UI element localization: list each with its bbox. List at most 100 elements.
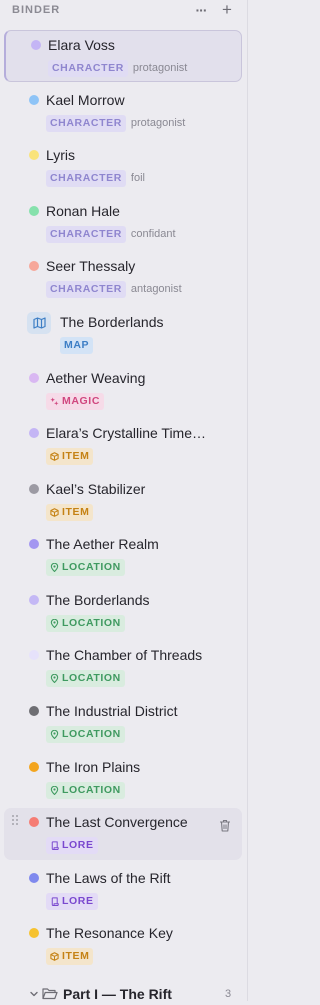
location-tag-label: LOCATION	[62, 560, 121, 573]
item-name: The Aether Realm	[46, 536, 159, 552]
location-color-dot	[29, 762, 39, 772]
item-name: The Last Convergence	[46, 814, 188, 830]
character-tag: CHARACTER	[46, 169, 126, 187]
binder-item-ronan-hale[interactable]: Ronan Hale CHARACTER confidant	[4, 197, 242, 249]
item-name: Kael’s Stabilizer	[46, 481, 146, 497]
location-tag-label: LOCATION	[62, 671, 121, 684]
binder-item-kaels-stabilizer[interactable]: Kael’s Stabilizer ITEM	[4, 475, 242, 527]
binder-item-aether-realm[interactable]: The Aether Realm LOCATION	[4, 530, 242, 582]
item-tag-label: ITEM	[62, 949, 90, 962]
item-name: The Iron Plains	[46, 759, 141, 775]
sparkle-icon	[50, 396, 59, 406]
binder-item-kael-morrow[interactable]: Kael Morrow CHARACTER protagonist	[4, 86, 242, 138]
role-label: protagonist	[132, 62, 188, 74]
item-color-dot	[29, 428, 39, 438]
item-tag: ITEM	[46, 503, 94, 521]
character-color-dot	[29, 261, 39, 271]
binder-item-resonance-key[interactable]: The Resonance Key ITEM	[4, 919, 242, 971]
binder-item-lyris[interactable]: Lyris CHARACTER foil	[4, 141, 242, 193]
binder-item-chamber-of-threads[interactable]: The Chamber of Threads LOCATION	[4, 641, 242, 693]
binder-header: BINDER ··· +	[0, 0, 248, 22]
more-options-button[interactable]: ···	[193, 1, 209, 19]
item-tag: ITEM	[46, 447, 94, 465]
lore-color-dot	[29, 817, 39, 827]
add-item-button[interactable]: +	[219, 1, 235, 19]
location-color-dot	[29, 539, 39, 549]
lore-tag: LORE	[46, 836, 98, 854]
character-tag: CHARACTER	[46, 114, 126, 132]
binder-item-industrial-district[interactable]: The Industrial District LOCATION	[4, 697, 242, 749]
box-icon	[50, 507, 59, 517]
lore-tag-label: LORE	[62, 894, 94, 907]
role-label: foil	[130, 172, 145, 184]
binder-item-seer-thessaly[interactable]: Seer Thessaly CHARACTER antagonist	[4, 252, 242, 304]
binder-item-borderlands-location[interactable]: The Borderlands LOCATION	[4, 586, 242, 638]
item-name: The Resonance Key	[46, 925, 173, 941]
character-color-dot	[29, 206, 39, 216]
role-label: protagonist	[130, 117, 186, 129]
magic-color-dot	[29, 373, 39, 383]
item-name: Elara’s Crystalline Time…	[46, 425, 207, 441]
folder-count: 3	[225, 988, 232, 1000]
binder-item-aether-weaving[interactable]: Aether Weaving MAGIC	[4, 364, 242, 416]
box-icon	[50, 451, 59, 461]
role-label: antagonist	[130, 283, 182, 295]
binder-item-elara-voss[interactable]: Elara Voss CHARACTER protagonist	[4, 30, 242, 82]
pin-icon	[50, 729, 59, 739]
sidebar-divider	[247, 0, 248, 1001]
binder-item-borderlands-map[interactable]: The Borderlands MAP	[4, 308, 242, 360]
character-tag: CHARACTER	[46, 225, 126, 243]
scroll-icon	[51, 896, 59, 906]
pin-icon	[50, 618, 59, 628]
folder-part-1[interactable]: Part I — The Rift 3	[0, 983, 248, 1005]
item-name: Elara Voss	[48, 37, 115, 53]
location-color-dot	[29, 650, 39, 660]
location-color-dot	[29, 706, 39, 716]
binder-title: BINDER	[12, 4, 61, 16]
scroll-icon	[51, 840, 59, 850]
item-name: The Borderlands	[46, 592, 150, 608]
location-tag: LOCATION	[46, 781, 125, 799]
item-name: Ronan Hale	[46, 203, 120, 219]
binder-item-elaras-crystalline-time[interactable]: Elara’s Crystalline Time… ITEM	[4, 419, 242, 471]
item-name: The Laws of the Rift	[46, 870, 171, 886]
role-label: confidant	[130, 228, 176, 240]
location-tag: LOCATION	[46, 669, 125, 687]
folder-open-icon	[42, 988, 58, 1000]
folder-name: Part I — The Rift	[63, 986, 172, 1002]
item-name: The Chamber of Threads	[46, 647, 203, 663]
binder-item-laws-of-the-rift[interactable]: The Laws of the Rift LORE	[4, 864, 242, 916]
item-color-dot	[29, 484, 39, 494]
item-name: Lyris	[46, 147, 76, 163]
pin-icon	[50, 562, 59, 572]
character-tag: CHARACTER	[48, 59, 128, 77]
location-tag-label: LOCATION	[62, 783, 121, 796]
item-tag-label: ITEM	[62, 449, 90, 462]
box-icon	[50, 951, 59, 961]
binder-item-last-convergence[interactable]: The Last Convergence LORE	[4, 808, 242, 860]
item-name: Kael Morrow	[46, 92, 125, 108]
character-color-dot	[29, 95, 39, 105]
lore-tag: LORE	[46, 892, 98, 910]
magic-tag: MAGIC	[46, 392, 104, 410]
item-tag: ITEM	[46, 947, 94, 965]
binder-item-iron-plains[interactable]: The Iron Plains LOCATION	[4, 753, 242, 805]
trash-icon[interactable]	[219, 819, 231, 832]
item-color-dot	[29, 928, 39, 938]
item-name: The Borderlands	[60, 314, 164, 330]
map-tag: MAP	[60, 336, 94, 354]
location-color-dot	[29, 595, 39, 605]
location-tag: LOCATION	[46, 614, 125, 632]
lore-color-dot	[29, 873, 39, 883]
drag-handle-icon[interactable]	[11, 814, 19, 826]
location-tag: LOCATION	[46, 725, 125, 743]
magic-tag-label: MAGIC	[62, 394, 100, 407]
location-tag: LOCATION	[46, 558, 125, 576]
lore-tag-label: LORE	[62, 838, 94, 851]
pin-icon	[50, 673, 59, 683]
item-name: The Industrial District	[46, 703, 178, 719]
chevron-down-icon[interactable]	[29, 989, 39, 999]
location-tag-label: LOCATION	[62, 727, 121, 740]
character-tag: CHARACTER	[46, 280, 126, 298]
item-name: Seer Thessaly	[46, 258, 136, 274]
